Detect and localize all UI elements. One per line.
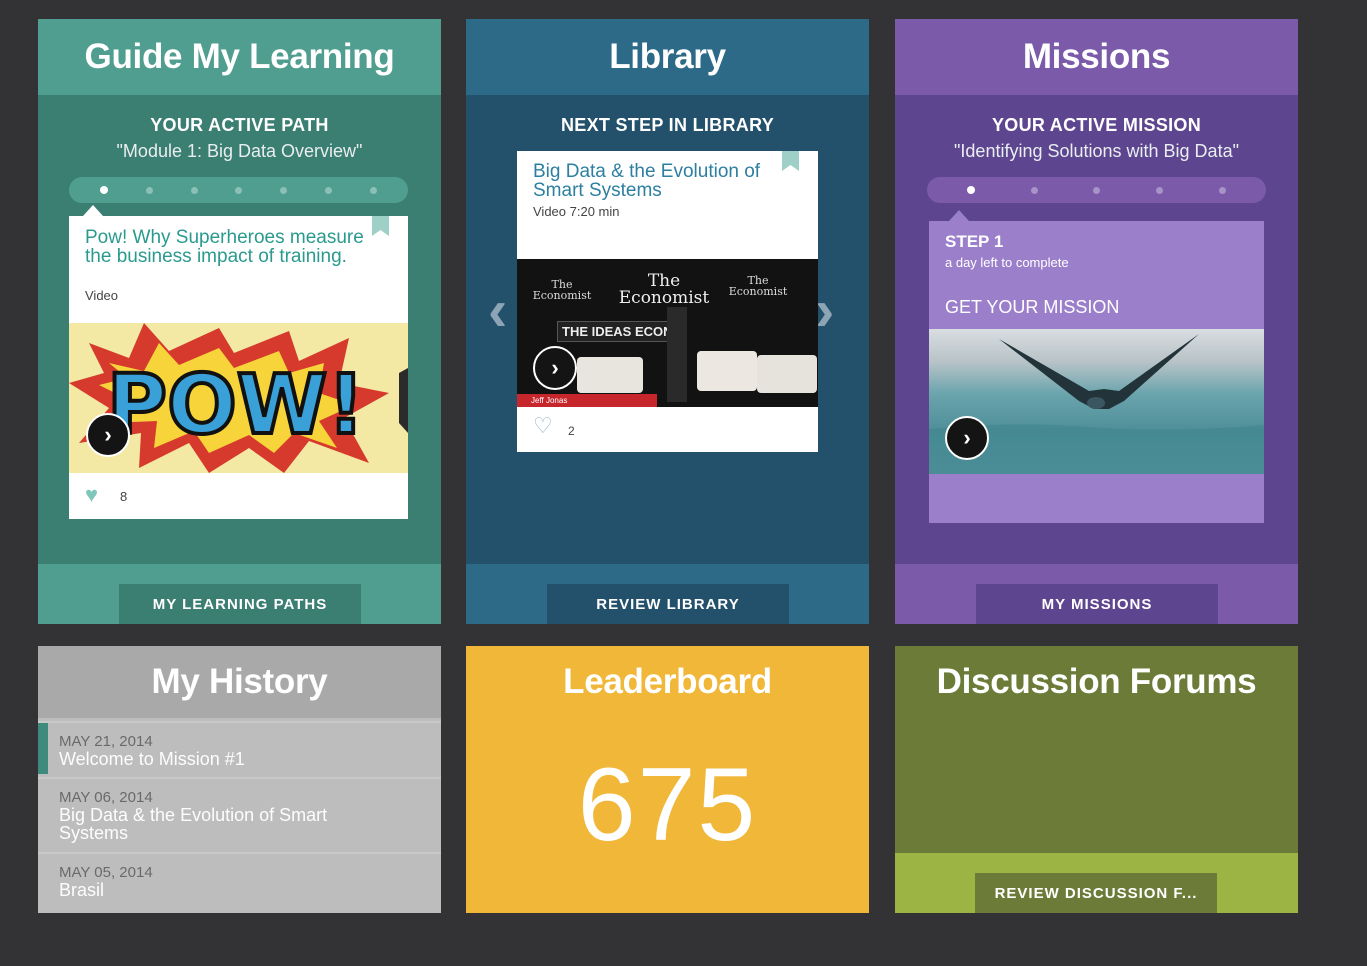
library-tile-title: Library <box>466 19 869 95</box>
get-your-mission-link[interactable]: GET YOUR MISSION <box>945 297 1119 318</box>
card-pointer <box>83 205 103 216</box>
leaderboard-tile[interactable]: Leaderboard 675 <box>466 646 869 913</box>
progress-dot[interactable] <box>1030 186 1038 194</box>
review-discussion-forums-button[interactable]: REVIEW DISCUSSION F... <box>975 873 1217 913</box>
active-mission-heading: YOUR ACTIVE MISSION <box>991 115 1202 135</box>
card-pointer <box>949 210 969 221</box>
progress-dot[interactable] <box>369 186 377 194</box>
missions-footer: MY MISSIONS <box>895 564 1298 624</box>
stage-chair <box>757 355 817 393</box>
history-date: MAY 06, 2014 <box>59 789 153 806</box>
banner-main: The Economist <box>618 271 710 308</box>
history-tile-title: My History <box>38 646 441 718</box>
guide-my-learning-tile: Guide My Learning YOUR ACTIVE PATH "Modu… <box>38 19 441 624</box>
library-card-title[interactable]: Big Data & the Evolution of Smart System… <box>533 162 793 200</box>
learning-card[interactable]: Pow! Why Superheroes measure the busines… <box>69 216 408 519</box>
library-card-meta: Video 7:20 min <box>533 204 620 219</box>
progress-dot[interactable] <box>966 186 975 194</box>
path-progress <box>69 177 408 203</box>
progress-dot[interactable] <box>235 186 243 194</box>
banner-left: The Economist <box>532 278 592 302</box>
heart-icon[interactable]: ♡ <box>533 413 553 439</box>
progress-dot[interactable] <box>1156 186 1164 194</box>
play-icon[interactable]: › <box>945 416 989 460</box>
library-tile: Library NEXT STEP IN LIBRARY ‹ › Big Dat… <box>466 19 869 624</box>
progress-dot[interactable] <box>1219 186 1227 194</box>
progress-dot[interactable] <box>190 186 198 194</box>
leaderboard-tile-title: Leaderboard <box>563 662 772 701</box>
active-path-name: "Module 1: Big Data Overview" <box>116 141 363 161</box>
pow-thumbnail[interactable]: POW! › <box>69 323 408 473</box>
heart-icon[interactable]: ♥ <box>85 482 98 508</box>
learning-card-title[interactable]: Pow! Why Superheroes measure the busines… <box>85 228 375 266</box>
play-icon[interactable]: › <box>533 346 577 390</box>
library-footer: REVIEW LIBRARY <box>466 564 869 624</box>
missions-tile: Missions YOUR ACTIVE MISSION "Identifyin… <box>895 19 1298 624</box>
progress-dot[interactable] <box>280 186 288 194</box>
economist-video-thumbnail[interactable]: The Economist The Economist The Economis… <box>517 259 818 407</box>
review-library-button[interactable]: REVIEW LIBRARY <box>547 584 789 624</box>
history-item[interactable]: MAY 06, 2014 Big Data & the Evolution of… <box>38 777 441 852</box>
history-date: MAY 05, 2014 <box>59 864 153 881</box>
learning-card-type: Video <box>85 288 119 303</box>
mission-card[interactable]: STEP 1 a day left to complete GET YOUR M… <box>929 221 1264 523</box>
pow-text: POW! <box>107 358 365 453</box>
missions-tile-title: Missions <box>895 19 1298 95</box>
stage-sign: THE IDEAS ECON <box>557 321 678 342</box>
active-mission-name: "Identifying Solutions with Big Data" <box>954 141 1239 161</box>
history-date: MAY 21, 2014 <box>59 733 153 750</box>
progress-dot[interactable] <box>325 186 333 194</box>
history-text[interactable]: Brasil <box>59 881 389 899</box>
like-count: 8 <box>120 489 128 504</box>
history-item[interactable]: MAY 21, 2014 Welcome to Mission #1 <box>38 721 441 777</box>
history-text[interactable]: Welcome to Mission #1 <box>59 750 389 768</box>
play-icon[interactable]: › <box>86 413 130 457</box>
progress-dot[interactable] <box>1093 186 1101 194</box>
my-learning-paths-button[interactable]: MY LEARNING PATHS <box>119 584 361 624</box>
stage-chair <box>697 351 757 391</box>
banner-right: The Economist <box>728 274 788 298</box>
stage-chair <box>577 357 643 393</box>
progress-dot[interactable] <box>145 186 153 194</box>
discussion-forums-tile: Discussion Forums REVIEW DISCUSSION F... <box>895 646 1298 913</box>
mission-step: STEP 1 <box>945 232 1004 251</box>
speaker-figure <box>667 307 687 402</box>
leaderboard-score: 675 <box>577 747 758 863</box>
lower-third: Jeff Jonas <box>517 394 657 407</box>
my-missions-button[interactable]: MY MISSIONS <box>976 584 1218 624</box>
progress-dot[interactable] <box>99 186 108 194</box>
history-text[interactable]: Big Data & the Evolution of Smart System… <box>59 806 389 842</box>
active-path-heading: YOUR ACTIVE PATH <box>150 115 329 135</box>
bird-thumbnail[interactable]: › <box>929 329 1264 474</box>
guide-tile-title: Guide My Learning <box>38 19 441 95</box>
mission-progress <box>927 177 1266 203</box>
history-item[interactable]: MAY 05, 2014 Brasil <box>38 852 441 913</box>
next-step-heading: NEXT STEP IN LIBRARY <box>560 115 775 135</box>
library-card[interactable]: Big Data & the Evolution of Smart System… <box>517 151 818 452</box>
guide-footer: MY LEARNING PATHS <box>38 564 441 624</box>
forums-footer: REVIEW DISCUSSION F... <box>895 853 1298 913</box>
bookmark-icon[interactable] <box>372 216 389 236</box>
like-count: 2 <box>568 424 575 438</box>
forums-tile-title: Discussion Forums <box>936 662 1257 701</box>
my-history-tile: My History MAY 21, 2014 Welcome to Missi… <box>38 646 441 913</box>
mission-due: a day left to complete <box>945 255 1069 270</box>
chevron-left-icon[interactable]: ‹ <box>488 277 507 344</box>
